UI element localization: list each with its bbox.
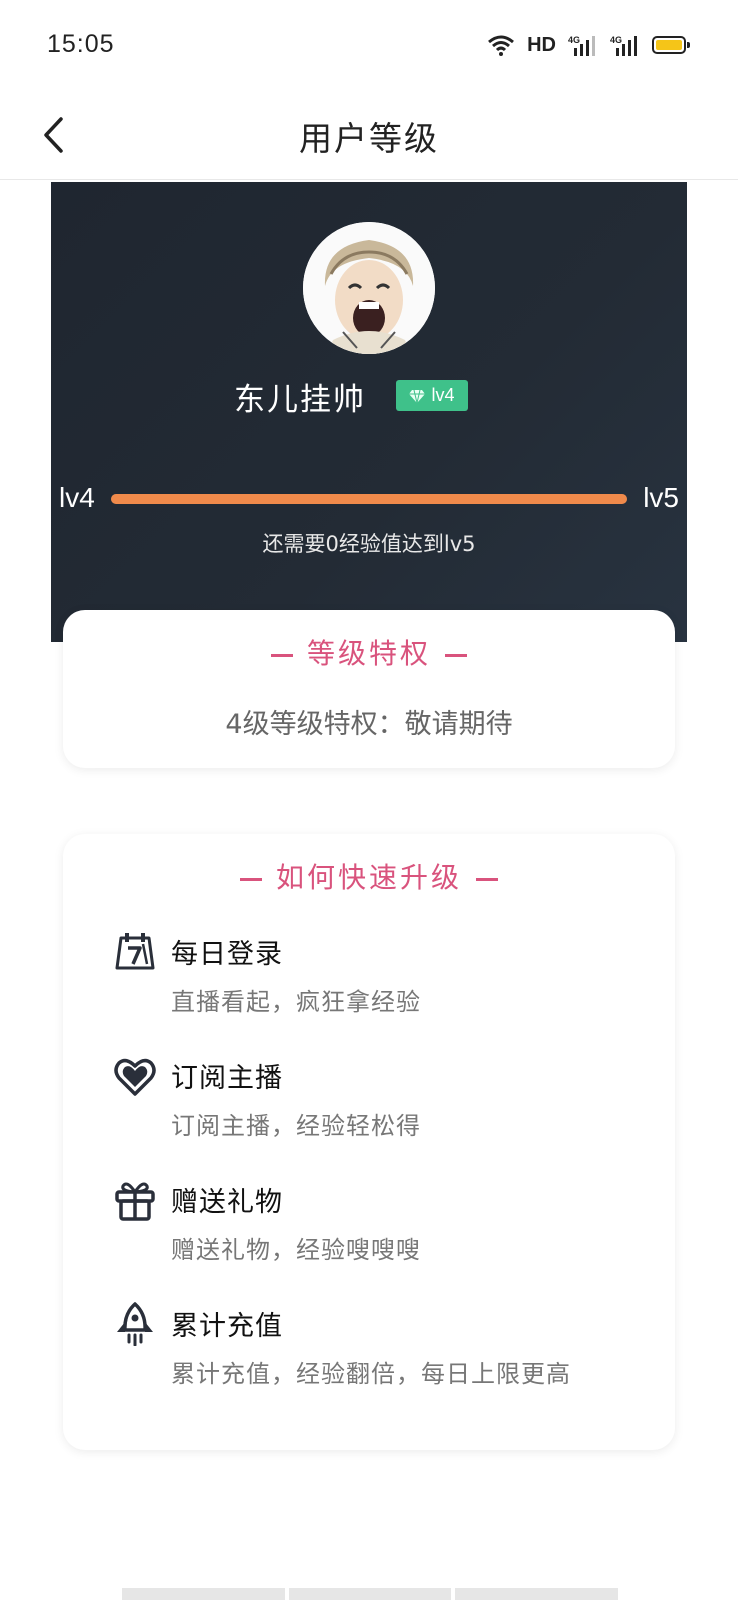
signal-label-2: 4G bbox=[610, 35, 622, 45]
signal-icon-2: 4G bbox=[610, 35, 637, 56]
exp-remaining-text: 还需要0经验值达到lv5 bbox=[262, 532, 476, 556]
tip-title: 每日登录 bbox=[171, 939, 283, 970]
upgrade-card: 如何快速升级 每日登录 直播看起，疯狂拿经验 订阅主播 订阅主播，经验轻松得 赠… bbox=[63, 834, 675, 1450]
status-icons: HD 4G 4G bbox=[487, 30, 690, 60]
nav-bar: 用户等级 bbox=[0, 90, 738, 180]
diamond-icon bbox=[409, 389, 426, 403]
tip-desc: 直播看起，疯狂拿经验 bbox=[171, 988, 421, 1016]
profile-hero: 东儿挂帅 lv4 lv4 lv5 还需要0经验值达到lv5 bbox=[51, 182, 687, 642]
next-level-label: lv5 bbox=[643, 482, 679, 513]
battery-fill bbox=[656, 40, 682, 50]
rocket-icon bbox=[117, 1302, 153, 1346]
heart-icon bbox=[114, 1058, 156, 1096]
current-level-label: lv4 bbox=[59, 482, 95, 513]
level-badge-label: lv4 bbox=[431, 385, 455, 405]
battery-icon bbox=[652, 36, 690, 54]
privilege-card: 等级特权 4级等级特权：敬请期待 bbox=[63, 610, 675, 768]
status-bar: 15:05 HD 4G 4G bbox=[0, 0, 738, 90]
privilege-text: 4级等级特权：敬请期待 bbox=[225, 709, 513, 740]
calendar-icon bbox=[115, 933, 155, 970]
tip-title: 订阅主播 bbox=[171, 1063, 283, 1094]
bottom-strip-segment bbox=[288, 1588, 452, 1600]
signal-icon: 4G bbox=[568, 35, 595, 56]
username: 东儿挂帅 bbox=[234, 382, 366, 418]
status-time: 15:05 bbox=[47, 30, 115, 58]
tip-desc: 累计充值，经验翻倍，每日上限更高 bbox=[171, 1360, 571, 1388]
avatar[interactable] bbox=[303, 222, 435, 354]
tip-desc: 订阅主播，经验轻松得 bbox=[171, 1112, 421, 1140]
upgrade-card-title: 如何快速升级 bbox=[63, 856, 675, 896]
privilege-card-title: 等级特权 bbox=[63, 632, 675, 672]
level-progress-fill bbox=[111, 494, 627, 504]
avatar-image bbox=[303, 222, 435, 354]
page-title: 用户等级 bbox=[299, 119, 439, 158]
network-label: HD bbox=[527, 33, 556, 56]
gift-icon bbox=[115, 1182, 155, 1221]
signal-label: 4G bbox=[568, 35, 580, 45]
bottom-strip bbox=[122, 1588, 619, 1600]
level-badge: lv4 bbox=[396, 380, 468, 411]
level-progress-bar bbox=[111, 494, 627, 504]
wifi-icon bbox=[488, 35, 515, 56]
bottom-strip-segment bbox=[122, 1588, 285, 1600]
tip-title: 累计充值 bbox=[171, 1311, 283, 1342]
tip-title: 赠送礼物 bbox=[171, 1187, 283, 1218]
tip-desc: 赠送礼物，经验嗖嗖嗖 bbox=[171, 1236, 421, 1264]
bottom-strip-segment bbox=[455, 1588, 619, 1600]
